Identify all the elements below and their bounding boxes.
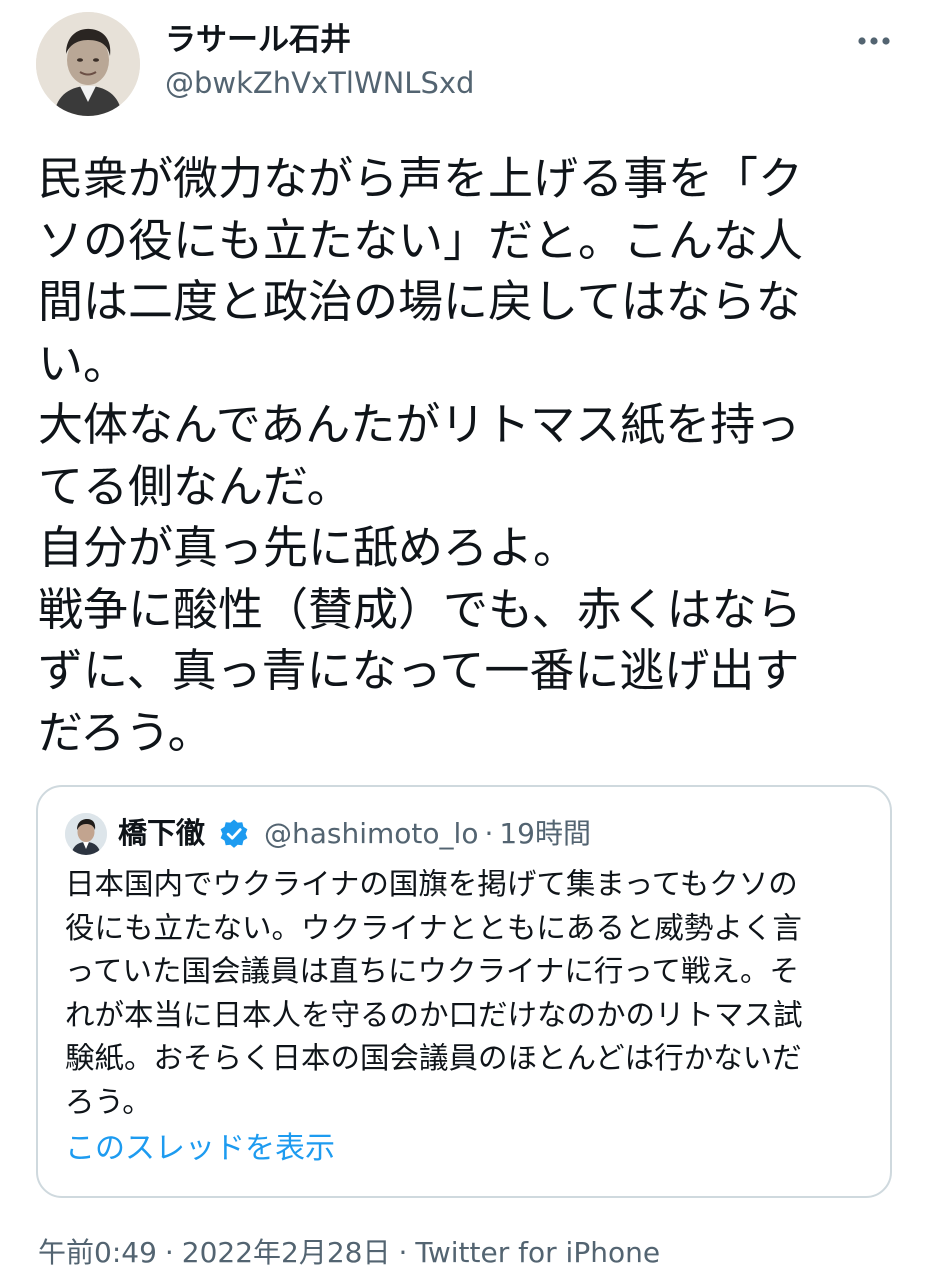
separator-dot: ·: [484, 817, 494, 850]
author-avatar-image: [36, 12, 140, 116]
tweet-line: だろう。: [38, 705, 213, 759]
tweet-date[interactable]: 2022年2月28日: [182, 1236, 391, 1269]
quoted-author-handle[interactable]: @hashimoto_lo: [264, 817, 478, 850]
tweet-source[interactable]: Twitter for iPhone: [415, 1236, 660, 1269]
quoted-author-name[interactable]: 橋下徹: [118, 815, 205, 851]
author-avatar[interactable]: [36, 12, 140, 116]
tweet-time[interactable]: 午前0:49: [38, 1236, 157, 1269]
tweet-line: てる側なんだ。: [38, 459, 352, 513]
quoted-avatar-image: [65, 813, 107, 855]
separator-dot: ·: [398, 1236, 408, 1269]
tweet-line: 戦争に酸性（賛成）でも、赤くはなら: [38, 582, 802, 636]
quoted-timestamp[interactable]: 19時間: [499, 817, 591, 850]
quoted-text-line: ろう。: [65, 1084, 152, 1119]
tweet-line: 自分が真っ先に舐めろよ。: [38, 521, 579, 574]
more-options-button[interactable]: [852, 26, 896, 56]
more-horizontal-icon: [858, 37, 890, 45]
quoted-text-line: 験紙。おそらく日本の国会議員のほとんどは行かないだ: [65, 1041, 802, 1075]
quoted-tweet-text: 日本国内でウクライナの国旗を掲げて集まってもクソの 役にも立たない。ウクライナと…: [65, 863, 865, 1124]
tweet-line: ソの役にも立たない」だと。こんな人: [38, 213, 804, 267]
tweet-line: ずに、真っ青になって一番に逃げ出す: [38, 644, 800, 697]
quoted-text-line: 日本国内でウクライナの国旗を掲げて集まってもクソの: [65, 867, 798, 901]
quoted-text-line: っていた国会議員は直ちにウクライナに行って戦え。そ: [65, 954, 799, 988]
author-name[interactable]: ラサール石井: [165, 22, 351, 58]
quoted-tweet-card[interactable]: 橋下徹 @hashimoto_lo · 19時間 日本国内でウクライナの国旗を掲げて…: [36, 785, 892, 1198]
author-handle[interactable]: @bwkZhVxTlWNLSxd: [165, 66, 474, 100]
separator-dot: ·: [164, 1236, 174, 1269]
tweet-line: 大体なんであんたがリトマス紙を持っ: [38, 398, 801, 451]
quoted-text-line: れが本当に日本人を守るのか口だけなのかのリトマス試: [65, 997, 803, 1032]
tweet-line: い。: [38, 336, 129, 390]
tweet-line: 民衆が微力ながら声を上げる事を「ク: [38, 152, 804, 205]
quoted-author-avatar[interactable]: [65, 813, 107, 855]
tweet-line: 間は二度と政治の場に戻してはならな: [38, 275, 801, 328]
tweet-text: 民衆が微力ながら声を上げる事を「ク ソの役にも立たない」だと。こんな人 間は二度…: [38, 148, 898, 763]
show-thread-link[interactable]: このスレッドを表示: [65, 1129, 335, 1169]
quoted-author-meta: @hashimoto_lo · 19時間: [264, 817, 591, 851]
tweet-meta: 午前0:49 · 2022年2月28日 · Twitter for iPhone: [38, 1233, 660, 1273]
quoted-text-line: 役にも立たない。ウクライナとともにあると威勢よく言: [65, 910, 802, 945]
verified-badge-icon: [218, 818, 250, 850]
